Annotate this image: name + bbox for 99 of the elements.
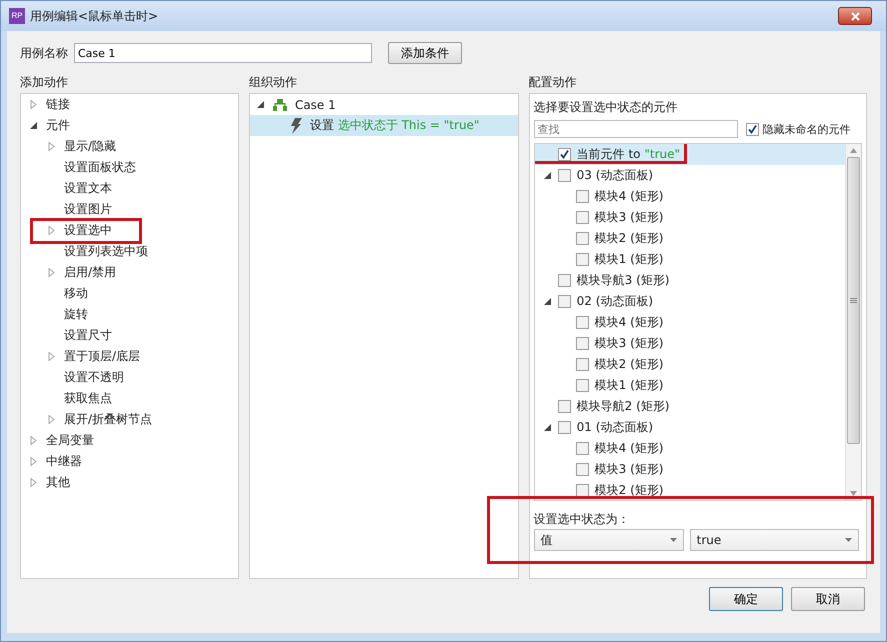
- grip-icon: [850, 298, 857, 303]
- widget-item[interactable]: 03 (动态面板): [576, 167, 654, 184]
- close-button[interactable]: [838, 7, 872, 25]
- checkbox[interactable]: [576, 463, 589, 476]
- checkbox[interactable]: [558, 169, 571, 182]
- case-item[interactable]: Case 1: [294, 98, 336, 112]
- dialog-button[interactable]: 确定: [709, 587, 783, 611]
- close-icon: [850, 12, 860, 20]
- collapsed-triangle-icon[interactable]: [47, 226, 56, 235]
- widget-item[interactable]: 模块3 (矩形): [594, 209, 664, 226]
- collapsed-triangle-icon[interactable]: [29, 478, 38, 487]
- window-title: 用例编辑<鼠标单击时>: [30, 8, 160, 24]
- collapsed-triangle-icon[interactable]: [47, 142, 56, 151]
- tree-item[interactable]: 设置文本: [64, 180, 112, 197]
- tree-item[interactable]: 设置不透明: [64, 369, 124, 386]
- tree-item[interactable]: 全局变量: [46, 432, 94, 449]
- dialog-button[interactable]: 取消: [791, 587, 865, 611]
- widget-item[interactable]: 模块4 (矩形): [594, 188, 664, 205]
- widget-item[interactable]: 模块2 (矩形): [594, 482, 664, 499]
- widget-item[interactable]: 模块1 (矩形): [594, 377, 664, 394]
- checkbox[interactable]: [576, 484, 589, 497]
- widget-item[interactable]: 02 (动态面板): [576, 293, 654, 310]
- prompt-text: 选择要设置选中状态的元件: [534, 99, 679, 116]
- case-name-label: 用例名称: [20, 44, 68, 62]
- checkbox[interactable]: [576, 316, 589, 329]
- case-name-field[interactable]: Case 1: [74, 43, 372, 63]
- tree-item[interactable]: 设置列表选中项: [64, 243, 148, 260]
- widget-item[interactable]: 模块4 (矩形): [594, 314, 664, 331]
- section-heading: 组织动作: [248, 74, 298, 91]
- checkbox[interactable]: [558, 274, 571, 287]
- collapsed-triangle-icon[interactable]: [47, 268, 56, 277]
- tree-item[interactable]: 其他: [46, 474, 70, 491]
- tree-item[interactable]: 启用/禁用: [64, 264, 116, 281]
- scroll-thumb[interactable]: [847, 157, 860, 444]
- field-label: 设置选中状态为：: [534, 511, 631, 528]
- tree-item[interactable]: 链接: [46, 96, 70, 113]
- lightning-icon: [290, 118, 302, 134]
- add-condition-button[interactable]: 添加条件: [388, 42, 462, 64]
- widget-item[interactable]: 模块2 (矩形): [594, 356, 664, 373]
- tree-item[interactable]: 旋转: [64, 306, 88, 323]
- checkbox[interactable]: [576, 442, 589, 455]
- widget-item[interactable]: 模块导航3 (矩形): [576, 272, 670, 289]
- checkbox[interactable]: [558, 400, 571, 413]
- checkbox[interactable]: [746, 122, 759, 136]
- tree-item[interactable]: 置于顶层/底层: [64, 348, 140, 365]
- tree-item[interactable]: 元件: [46, 117, 70, 134]
- dropdown[interactable]: 值: [534, 529, 684, 551]
- tree-item[interactable]: 获取焦点: [64, 390, 112, 407]
- action-row[interactable]: 设置 选中状态于 This = "true": [250, 115, 518, 136]
- caret-icon: [670, 538, 677, 542]
- scroll-up-icon[interactable]: [850, 148, 857, 153]
- checkbox-label: 隐藏未命名的元件: [762, 122, 851, 136]
- checkbox[interactable]: [576, 211, 589, 224]
- expanded-triangle-icon[interactable]: [542, 171, 552, 180]
- checkbox[interactable]: [576, 232, 589, 245]
- dropdown[interactable]: true: [690, 529, 859, 551]
- collapsed-triangle-icon[interactable]: [29, 100, 38, 109]
- action-text: 设置 选中状态于 This = "true": [310, 117, 480, 134]
- expanded-triangle-icon[interactable]: [542, 297, 552, 306]
- checkbox[interactable]: [558, 295, 571, 308]
- checkbox[interactable]: [558, 148, 571, 161]
- expanded-triangle-icon[interactable]: [256, 100, 265, 109]
- widget-item[interactable]: 当前元件 to "true": [576, 146, 680, 163]
- checkbox[interactable]: [576, 337, 589, 350]
- widget-item[interactable]: 模块4 (矩形): [594, 440, 664, 457]
- checkbox[interactable]: [576, 190, 589, 203]
- widget-item[interactable]: 01 (动态面板): [576, 419, 654, 436]
- widget-item[interactable]: 模块1 (矩形): [594, 251, 664, 268]
- collapsed-triangle-icon[interactable]: [47, 415, 56, 424]
- app-icon: RP: [9, 8, 25, 24]
- section-heading: 添加动作: [20, 74, 69, 91]
- expanded-triangle-icon[interactable]: [542, 423, 552, 432]
- search-field[interactable]: 查找: [534, 120, 738, 138]
- tree-item[interactable]: 移动: [64, 285, 88, 302]
- tree-item[interactable]: 展开/折叠树节点: [64, 411, 152, 428]
- expanded-triangle-icon[interactable]: [29, 121, 38, 130]
- selected-row[interactable]: 当前元件 to "true": [534, 144, 845, 165]
- checkbox[interactable]: [576, 253, 589, 266]
- tree-item[interactable]: 设置面板状态: [64, 159, 136, 176]
- checkbox[interactable]: [558, 421, 571, 434]
- widget-item[interactable]: 模块3 (矩形): [594, 461, 664, 478]
- collapsed-triangle-icon[interactable]: [47, 352, 56, 361]
- caret-icon: [844, 538, 852, 542]
- tree-item[interactable]: 中继器: [46, 453, 82, 470]
- case-tree-icon: [272, 98, 287, 110]
- scrollbar[interactable]: [845, 144, 861, 500]
- widget-item[interactable]: 模块导航2 (矩形): [576, 398, 670, 415]
- widget-item[interactable]: 模块2 (矩形): [594, 230, 664, 247]
- tree-item[interactable]: 设置选中: [64, 222, 112, 239]
- tree-item[interactable]: 显示/隐藏: [64, 138, 116, 155]
- widget-item[interactable]: 模块3 (矩形): [594, 335, 664, 352]
- checkbox[interactable]: [576, 358, 589, 371]
- section-heading: 配置动作: [528, 74, 578, 91]
- tree-item[interactable]: 设置图片: [64, 201, 112, 218]
- scroll-down-icon[interactable]: [850, 491, 857, 496]
- collapsed-triangle-icon[interactable]: [29, 457, 38, 466]
- tree-item[interactable]: 设置尺寸: [64, 327, 112, 344]
- collapsed-triangle-icon[interactable]: [29, 436, 38, 445]
- checkbox[interactable]: [576, 379, 589, 392]
